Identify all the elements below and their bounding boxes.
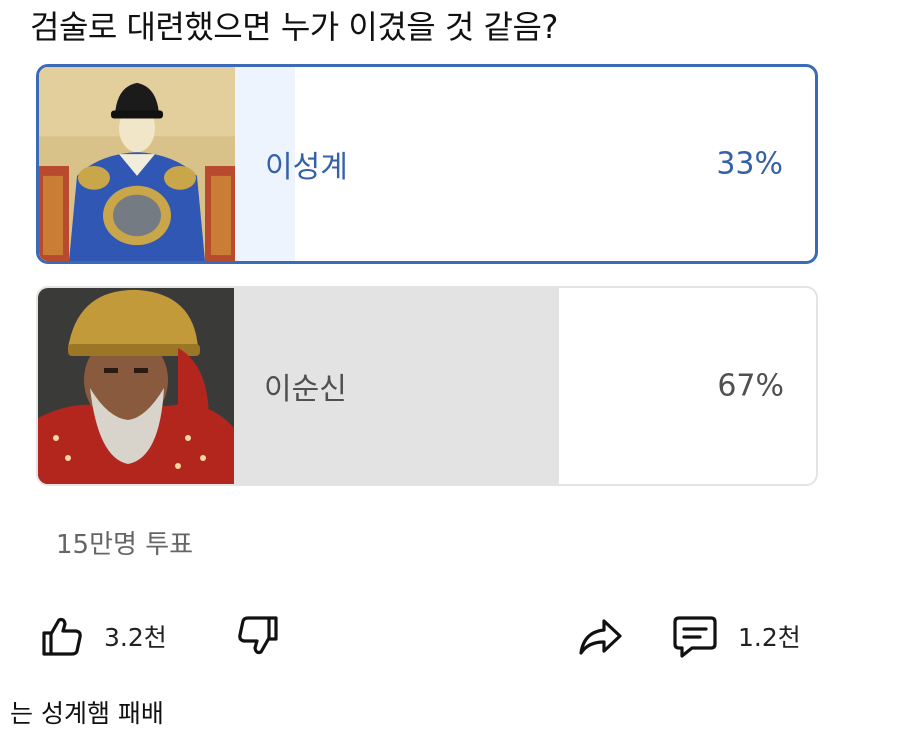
portrait-king-image: [39, 67, 235, 261]
comment-icon: [673, 616, 717, 658]
share-button[interactable]: [576, 606, 624, 666]
comment-count: 1.2천: [738, 623, 801, 652]
like-count: 3.2천: [104, 623, 167, 652]
poll-option-2-percent: 67%: [717, 368, 784, 404]
share-icon: [579, 619, 622, 655]
thumbs-down-icon: [238, 616, 278, 655]
poll-option-2-label: 이순신: [264, 372, 347, 407]
comment-button[interactable]: 1.2천: [670, 606, 801, 666]
like-button[interactable]: 3.2천: [38, 606, 167, 666]
poll-option-2[interactable]: 이순신 67%: [36, 286, 818, 486]
poll-question: 검술로 대련했으면 누가 이겼을 것 같음?: [30, 8, 558, 46]
poll-option-1[interactable]: 이성계 33%: [36, 64, 818, 264]
poll-option-1-percent: 33%: [716, 146, 783, 182]
portrait-general-image: [38, 288, 234, 484]
dislike-button[interactable]: [234, 606, 282, 666]
thumbs-up-icon: [42, 617, 82, 656]
poll-option-1-label: 이성계: [265, 150, 348, 185]
caption-text: 는 성계햄 패배: [10, 699, 164, 728]
vote-count: 15만명 투표: [56, 530, 194, 560]
